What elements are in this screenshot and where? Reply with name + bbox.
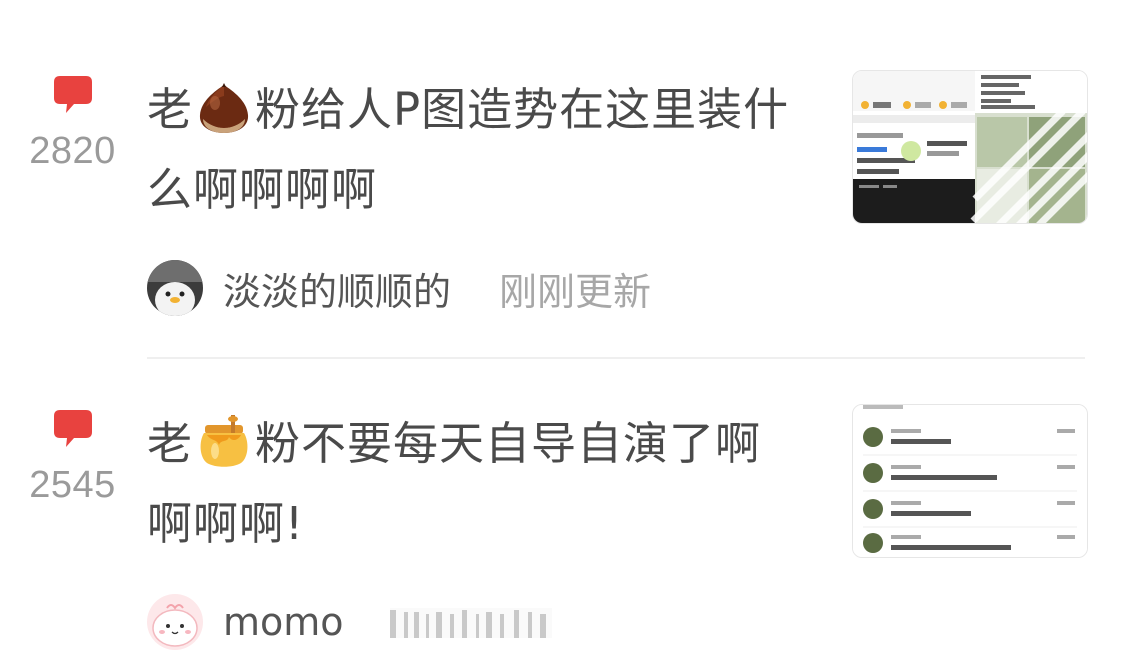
redacted-status: [389, 608, 552, 638]
thumbnail-image: [853, 71, 1087, 223]
update-status: 刚刚更新: [499, 269, 652, 314]
avatar[interactable]: [147, 260, 203, 316]
post-item[interactable]: 2820 老 粉给人P图造势在这里装什么啊啊啊啊 淡淡的顺顺的 刚刚更新: [0, 0, 1130, 359]
title-text: 老: [147, 83, 194, 136]
vote-count: 2545: [29, 464, 116, 506]
author-name[interactable]: momo: [223, 600, 344, 644]
avatar[interactable]: [147, 594, 203, 650]
thumbnail-image: [853, 405, 1087, 557]
vote-count: 2820: [29, 130, 116, 172]
comment-bubble-icon: [54, 76, 92, 113]
author-row[interactable]: 淡淡的顺顺的 刚刚更新: [147, 258, 651, 318]
post-thumbnail[interactable]: [852, 404, 1088, 558]
post-title[interactable]: 老 粉不要每天自导自演了啊啊啊啊!: [147, 404, 797, 564]
author-name[interactable]: 淡淡的顺顺的: [223, 261, 451, 316]
post-title[interactable]: 老 粉给人P图造势在这里装什么啊啊啊啊: [147, 70, 797, 230]
chestnut-icon: [199, 83, 249, 133]
post-thumbnail[interactable]: [852, 70, 1088, 224]
divider: [147, 357, 1085, 359]
author-row[interactable]: momo: [147, 592, 552, 652]
comment-bubble-icon: [54, 410, 92, 447]
post-item[interactable]: 2545 老 粉不要每天自导自演了啊啊啊啊! momo: [0, 360, 1130, 661]
title-text: 老: [147, 417, 194, 470]
honey-pot-icon: [200, 415, 248, 467]
